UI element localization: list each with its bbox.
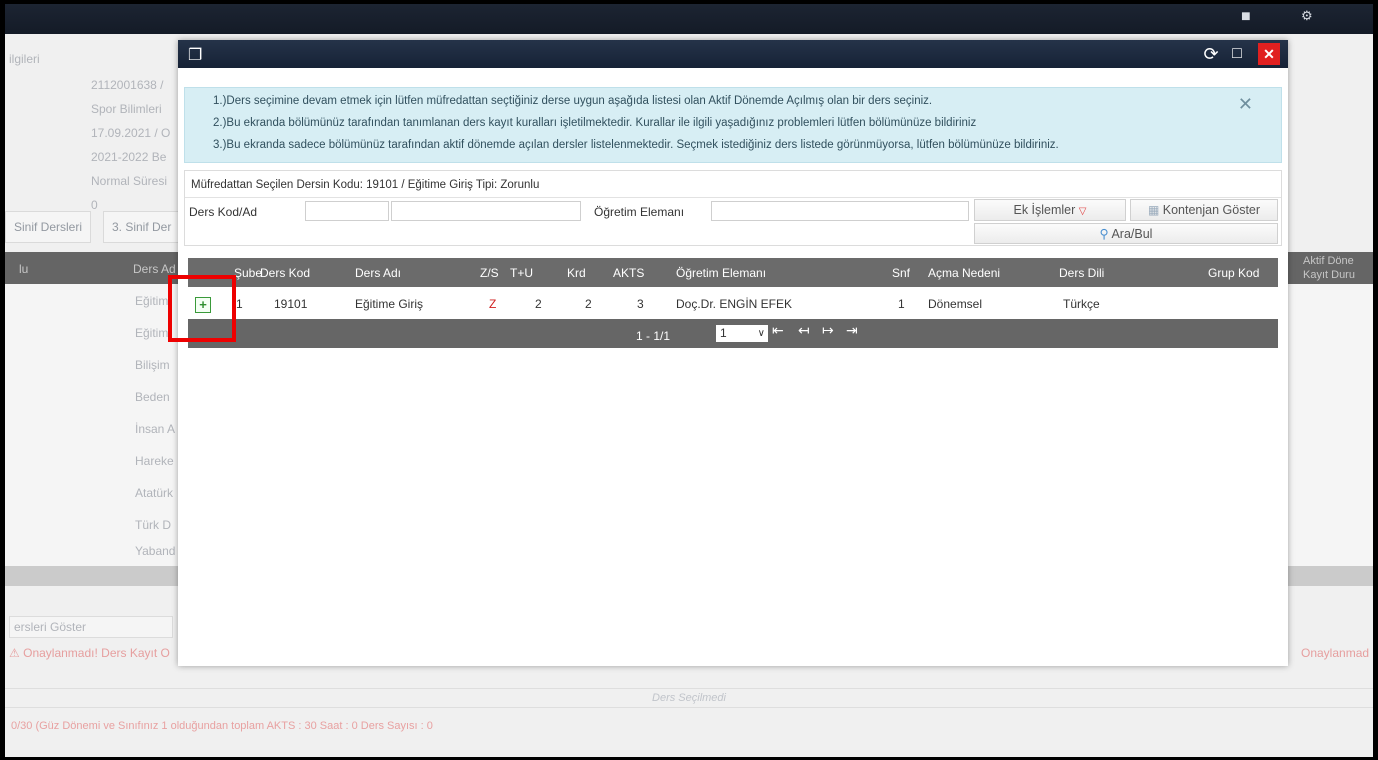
form-divider (185, 197, 1281, 198)
search-button[interactable]: ⚲ Ara/Bul (974, 223, 1278, 244)
show-quota-button[interactable]: ▦ Kontenjan Göster (1130, 199, 1278, 221)
course-code-label: Ders Kod/Ad (189, 205, 258, 219)
cell-credit: 2 (585, 297, 592, 311)
pager-range: 1 - 1/1 (636, 329, 671, 343)
course-name-input[interactable] (391, 201, 581, 221)
page-select[interactable]: 1 ∨ (716, 325, 768, 342)
cell-code: 19101 (274, 297, 308, 311)
col-instructor: Öğretim Elemanı (676, 266, 767, 280)
col-group: Grup Kod (1208, 266, 1260, 280)
search-button-label: Ara/Bul (1111, 227, 1153, 241)
table-icon: ▦ (1147, 203, 1160, 217)
course-selection-dialog: ❐ ⟳ □ ✕ 1.)Ders seçimine devam etmek içi… (178, 40, 1288, 666)
search-form: Müfredattan Seçilen Dersin Kodu: 19101 /… (184, 170, 1282, 246)
grid-pager: 1 - 1/1 1 ∨ ⇤ ↤ ↦ ⇥ (188, 319, 1278, 348)
table-row[interactable]: + 1 19101 Eğitime Giriş Z 2 2 3 Doç.Dr. … (188, 287, 1278, 320)
col-language: Ders Dili (1059, 266, 1105, 280)
page-select-value: 1 (720, 326, 727, 340)
chevron-down-icon: ∨ (757, 328, 765, 339)
notification-icon[interactable]: ⚙ (1301, 8, 1313, 24)
cell-instructor: Doç.Dr. ENGİN EFEK (676, 297, 793, 311)
extra-actions-button[interactable]: Ek İşlemler ▽ (974, 199, 1126, 221)
course-code-input[interactable] (305, 201, 389, 221)
red-highlight-box (168, 275, 236, 342)
caret-down-icon: ▽ (1078, 206, 1087, 217)
home-icon[interactable]: ■ (1241, 8, 1251, 26)
cell-language: Türkçe (1063, 297, 1100, 311)
window-icon: ❐ (188, 47, 203, 64)
col-code: Ders Kod (260, 266, 311, 280)
alert-close-icon[interactable]: ✕ (1238, 94, 1253, 115)
info-alert: 1.)Ders seçimine devam etmek için lütfen… (184, 87, 1282, 163)
show-quota-label: Kontenjan Göster (1162, 203, 1261, 217)
instructor-input[interactable] (711, 201, 969, 221)
col-reason: Açma Nedeni (928, 266, 1001, 280)
col-credit: Krd (567, 266, 586, 280)
cell-section: 1 (236, 297, 243, 311)
app-topbar: ■ ⚙ (5, 4, 1373, 34)
cell-zs: Z (489, 297, 497, 311)
refresh-icon[interactable]: ⟳ (1200, 43, 1222, 65)
first-page-icon[interactable]: ⇤ (772, 322, 784, 339)
col-name: Ders Adı (355, 266, 402, 280)
cell-reason: Dönemsel (928, 297, 983, 311)
selected-course-info: Müfredattan Seçilen Dersin Kodu: 19101 /… (191, 179, 540, 191)
cell-ects: 3 (637, 297, 644, 311)
extra-actions-label: Ek İşlemler (1013, 203, 1076, 217)
info-line-2: 2.)Bu ekranda bölümünüz tarafından tanım… (213, 117, 977, 129)
info-line-3: 3.)Bu ekranda sadece bölümünüz tarafında… (213, 139, 1059, 151)
cell-grade: 1 (898, 297, 905, 311)
next-page-icon[interactable]: ↦ (822, 322, 834, 339)
previous-page-icon[interactable]: ↤ (798, 322, 810, 339)
close-icon[interactable]: ✕ (1258, 43, 1280, 65)
last-page-icon[interactable]: ⇥ (846, 322, 858, 339)
cell-tu: 2 (535, 297, 542, 311)
instructor-label: Öğretim Elemanı (594, 205, 685, 219)
col-zs: Z/S (480, 266, 499, 280)
dialog-titlebar: ❐ ⟳ □ ✕ (178, 40, 1288, 68)
col-tu: T+U (510, 266, 534, 280)
maximize-icon[interactable]: □ (1226, 43, 1248, 65)
cell-name: Eğitime Giriş (355, 297, 424, 311)
search-icon: ⚲ (1099, 227, 1109, 241)
col-grade: Snf (892, 266, 911, 280)
col-ects: AKTS (613, 266, 645, 280)
course-grid-header: Şube Ders Kod Ders Adı Z/S T+U Krd AKTS … (188, 258, 1278, 287)
col-section: Şube (234, 266, 263, 280)
info-line-1: 1.)Ders seçimine devam etmek için lütfen… (213, 95, 933, 107)
